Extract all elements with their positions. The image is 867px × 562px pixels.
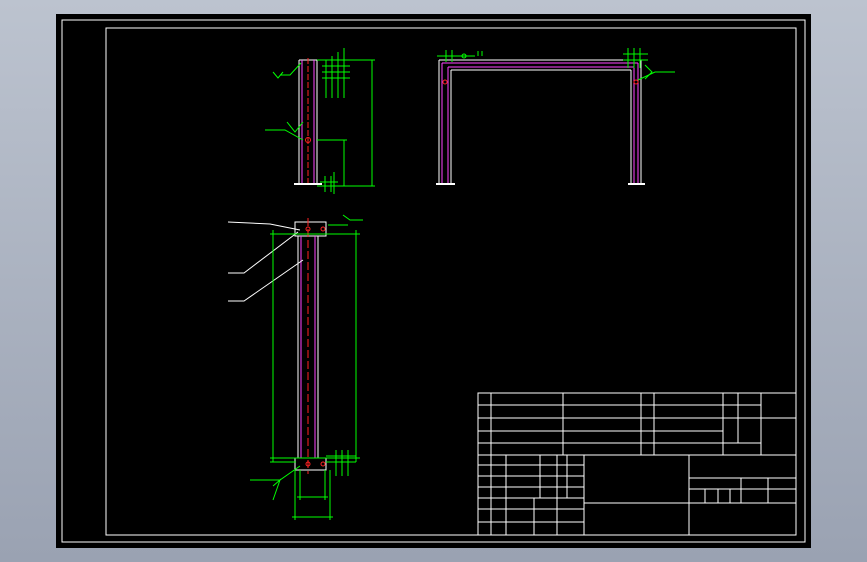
- column-view: [227, 214, 363, 520]
- title-block: [477, 392, 797, 536]
- front-view: [436, 48, 675, 185]
- cad-drawing: [61, 19, 806, 543]
- side-view: [265, 48, 375, 194]
- outer-border: [61, 19, 806, 543]
